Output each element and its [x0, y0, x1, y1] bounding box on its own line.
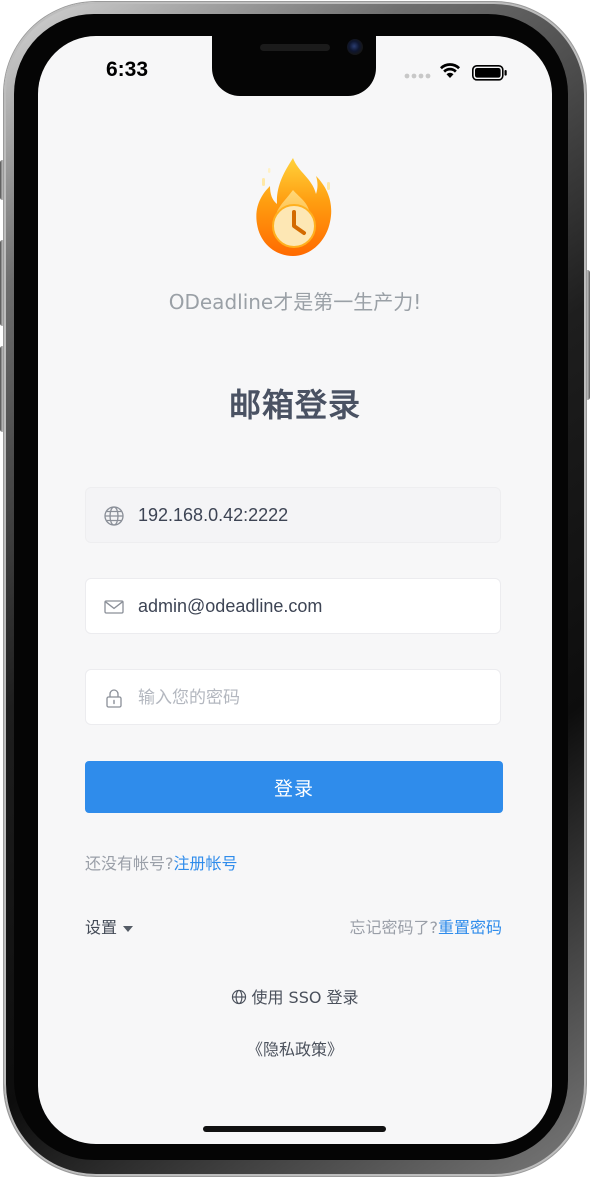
lock-icon [106, 689, 122, 708]
phone-device: 6:33 ODeadline才是第一生产力! 邮箱登录 192.168.0.42… [0, 0, 590, 1180]
mail-icon [104, 600, 124, 614]
battery-icon [472, 65, 507, 81]
sso-label: 使用 SSO 登录 [251, 988, 359, 1007]
reset-password-link[interactable]: 重置密码 [438, 918, 502, 937]
status-icons [404, 60, 508, 84]
page-title: 邮箱登录 [228, 386, 361, 424]
sso-login-link[interactable]: 使用 SSO 登录 [88, 984, 502, 1008]
earpiece-speaker [260, 44, 330, 51]
password-field[interactable] [85, 669, 501, 725]
forgot-prompt: 忘记密码了? [349, 918, 438, 937]
register-row: 还没有帐号?注册帐号 [85, 850, 238, 874]
signal-icon [404, 63, 507, 81]
server-address-input[interactable] [138, 488, 488, 542]
globe-icon [104, 506, 124, 526]
settings-label: 设置 [85, 918, 118, 937]
status-time: 6:33 [106, 58, 149, 81]
home-indicator[interactable] [203, 1126, 386, 1132]
forgot-password-row: 忘记密码了?重置密码 [349, 914, 502, 938]
privacy-policy-link[interactable]: 《隐私政策》 [88, 1036, 502, 1060]
server-address-field[interactable] [85, 487, 501, 543]
app-slogan: ODeadline才是第一生产力! [168, 290, 422, 314]
globe-icon [232, 989, 247, 1005]
front-camera [347, 39, 363, 55]
login-button[interactable]: 登录 [85, 761, 503, 813]
app-logo [250, 154, 336, 262]
settings-dropdown[interactable]: 设置 [85, 914, 134, 938]
wifi-icon [440, 63, 460, 78]
password-input[interactable] [138, 670, 488, 724]
email-field[interactable] [85, 578, 501, 634]
caret-down-icon [123, 925, 134, 932]
register-link[interactable]: 注册帐号 [174, 854, 238, 873]
email-input[interactable] [138, 579, 488, 633]
register-prompt: 还没有帐号? [85, 854, 174, 873]
